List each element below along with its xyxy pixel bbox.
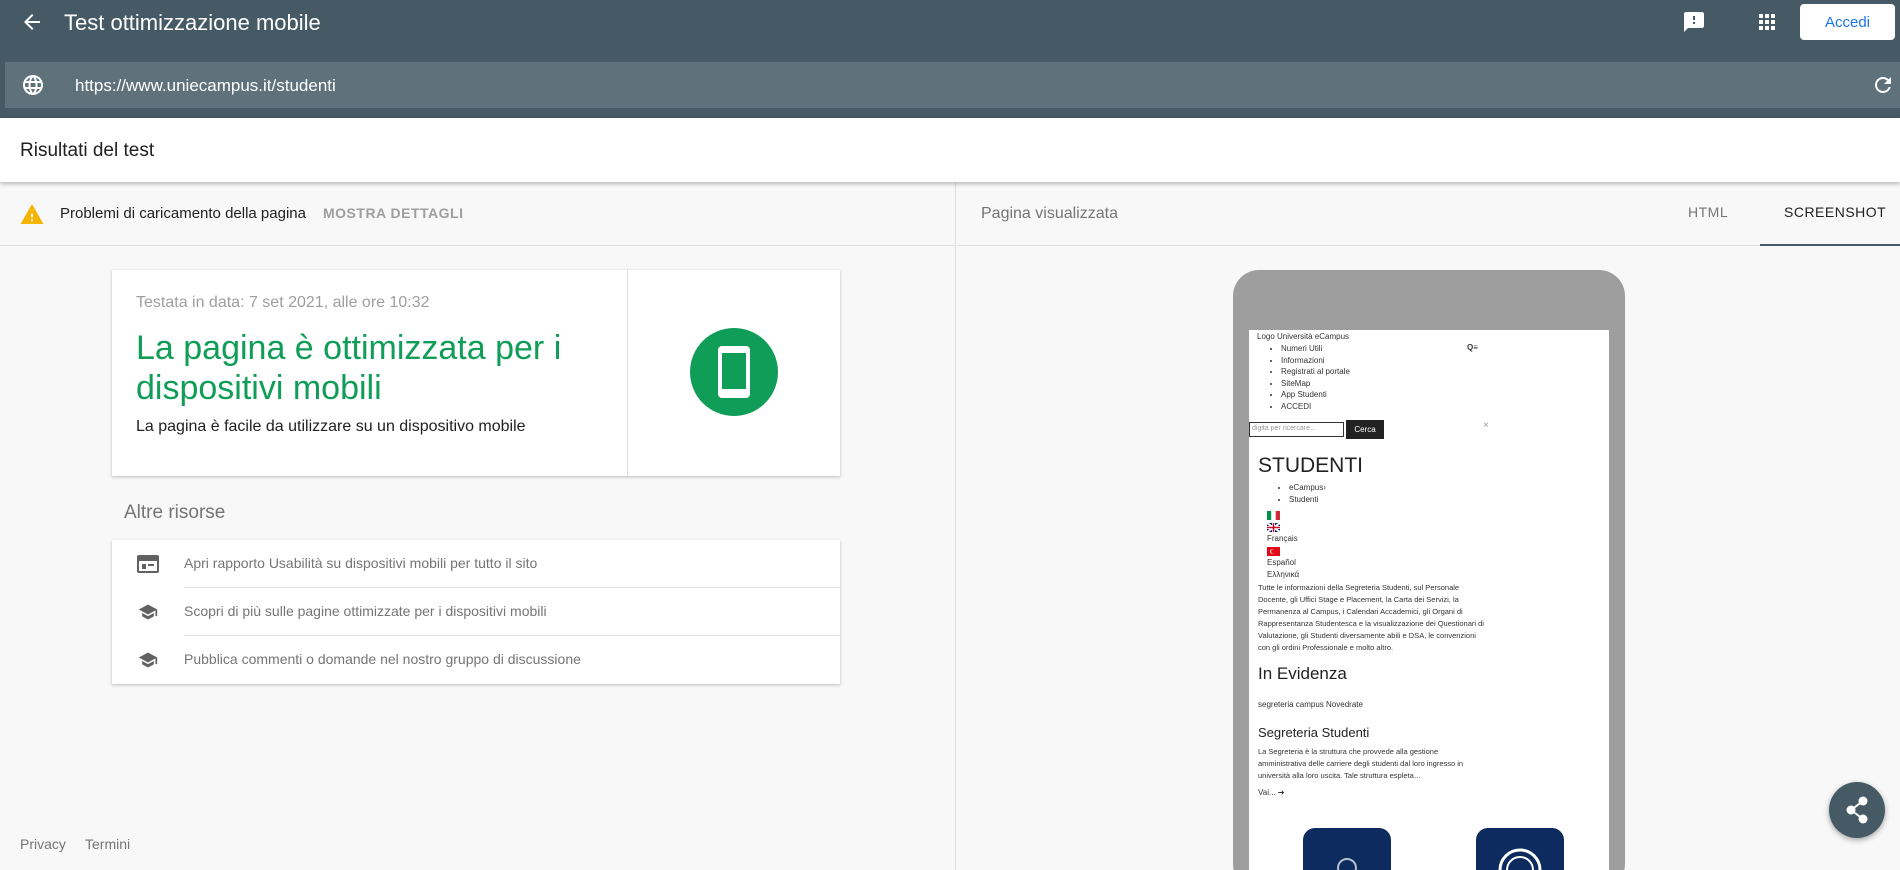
verdict-card: Testata in data: 7 set 2021, alle ore 10… (112, 270, 840, 476)
breadcrumb-item: eCampus› (1289, 482, 1326, 494)
verdict-subtitle: La pagina è facile da utilizzare su un d… (136, 418, 526, 435)
resources-list: Apri rapporto Usabilità su dispositivi m… (112, 540, 840, 684)
sign-in-button[interactable]: Accedi (1800, 4, 1895, 40)
smartphone-icon (718, 346, 750, 398)
page-heading: STUDENTI (1258, 454, 1363, 477)
back-arrow-icon[interactable] (20, 10, 44, 34)
globe-icon (23, 75, 43, 95)
resource-item-discussion-group[interactable]: Pubblica commenti o domande nel nostro g… (112, 636, 840, 684)
menu-item: Informazioni (1281, 355, 1350, 367)
arrow-right-icon: ➔ (1277, 788, 1285, 797)
apps-grid-icon[interactable] (1755, 10, 1779, 34)
share-button[interactable] (1829, 782, 1885, 838)
turkish-flag-icon (1267, 547, 1280, 556)
highlight-image-alt: segreteria campus Novedrate (1258, 700, 1363, 709)
intro-paragraph: Tutte le informazioni della Segreteria S… (1258, 583, 1484, 652)
resource-label[interactable]: Pubblica commenti o domande nel nostro g… (184, 651, 581, 667)
phone-frame: Logo Università eCampus Q≡ Numeri Utili … (1233, 270, 1625, 870)
read-more-link: Vai... ➔ (1258, 788, 1285, 797)
language-spanish: Español (1267, 558, 1296, 567)
preview-header: Pagina visualizzata HTML SCREENSHOT (957, 182, 1900, 246)
site-menu: Numeri Utili Informazioni Registrati al … (1281, 343, 1350, 412)
language-french: Français (1267, 534, 1298, 543)
menu-item: ACCEDI (1281, 401, 1350, 413)
read-more-label: Vai... (1258, 788, 1276, 797)
url-bar[interactable]: https://www.uniecampus.it/studenti (5, 62, 1900, 108)
test-date: Testata in data: 7 set 2021, alle ore 10… (136, 294, 430, 311)
menu-item: Registrati al portale (1281, 366, 1350, 378)
close-icon: × (1483, 420, 1489, 431)
menu-toggle-icon: Q≡ (1467, 343, 1478, 352)
preview-panel: Pagina visualizzata HTML SCREENSHOT Logo… (957, 182, 1900, 870)
site-search-input: digita per ricercare... (1249, 422, 1344, 437)
terms-link[interactable]: Termini (85, 836, 130, 852)
show-details-button[interactable]: MOSTRA DETTAGLI (323, 205, 464, 221)
results-header: Risultati del test (0, 118, 1900, 182)
uk-flag-icon (1267, 523, 1280, 532)
resource-label[interactable]: Scopri di più sulle pagine ottimizzate p… (184, 603, 547, 619)
app-badge-icon (1337, 858, 1357, 870)
section-heading: Segreteria Studenti (1258, 725, 1370, 740)
app-tile-icon (1476, 828, 1564, 870)
rendered-page-screenshot: Logo Università eCampus Q≡ Numeri Utili … (1249, 330, 1609, 870)
results-panel: Problemi di caricamento della pagina MOS… (0, 182, 956, 870)
resource-item-learn-more[interactable]: Scopri di più sulle pagine ottimizzate p… (112, 588, 840, 636)
school-icon (138, 604, 158, 620)
app-badge-icon (1498, 848, 1542, 870)
warning-icon (20, 204, 44, 224)
logo-alt-text: Logo Università eCampus (1257, 332, 1350, 341)
breadcrumb: eCampus› Studenti (1289, 482, 1326, 506)
highlight-heading: In Evidenza (1258, 664, 1347, 683)
school-icon (138, 652, 158, 668)
italian-flag-icon (1267, 511, 1280, 520)
resource-label[interactable]: Apri rapporto Usabilità su dispositivi m… (184, 555, 537, 571)
language-greek: Ελληνικά (1267, 570, 1300, 579)
app-tile-icon (1303, 828, 1391, 870)
report-icon (137, 555, 159, 573)
issue-text: Problemi di caricamento della pagina (60, 205, 306, 222)
share-icon (1846, 796, 1868, 824)
privacy-link[interactable]: Privacy (20, 836, 66, 852)
active-tab-indicator (1760, 244, 1900, 246)
url-text[interactable]: https://www.uniecampus.it/studenti (75, 76, 336, 96)
reload-icon[interactable] (1871, 73, 1895, 97)
menu-item: App Studenti (1281, 389, 1350, 401)
site-search-button: Cerca (1346, 420, 1384, 439)
card-divider (627, 270, 628, 476)
menu-item: Numeri Utili (1281, 343, 1350, 355)
verdict-headline: La pagina è ottimizzata per i dispositiv… (136, 329, 562, 407)
tab-html[interactable]: HTML (1688, 204, 1728, 220)
section-paragraph: La Segreteria è la struttura che provved… (1258, 747, 1464, 780)
tab-screenshot[interactable]: SCREENSHOT (1784, 204, 1886, 220)
issue-bar: Problemi di caricamento della pagina MOS… (0, 182, 956, 246)
breadcrumb-item: Studenti (1289, 494, 1326, 506)
app-bar: Test ottimizzazione mobile Accedi https:… (0, 0, 1900, 118)
preview-title: Pagina visualizzata (981, 205, 1118, 222)
app-title: Test ottimizzazione mobile (64, 10, 321, 35)
more-resources-title: Altre risorse (124, 502, 226, 523)
feedback-icon[interactable] (1682, 10, 1706, 34)
menu-item: SiteMap (1281, 378, 1350, 390)
results-title: Risultati del test (20, 140, 155, 161)
resource-item-usability-report[interactable]: Apri rapporto Usabilità su dispositivi m… (112, 540, 840, 588)
mobile-friendly-badge (690, 328, 778, 416)
